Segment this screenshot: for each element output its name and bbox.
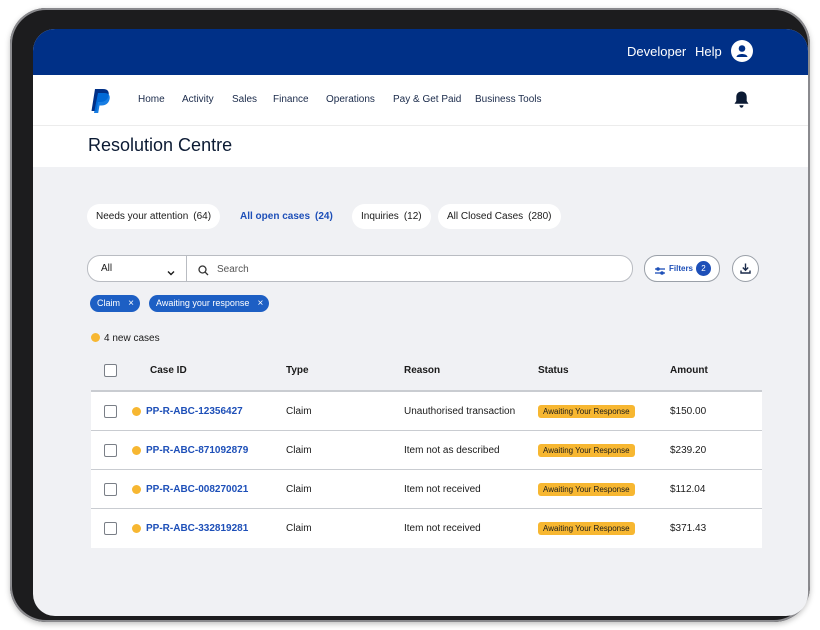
tab-count: (280) — [528, 211, 552, 222]
chevron-down-icon — [167, 264, 175, 282]
status-badge: Awaiting Your Response — [538, 522, 635, 535]
help-link[interactable]: Help — [695, 44, 722, 59]
col-header-reason[interactable]: Reason — [404, 365, 440, 376]
utility-bar: Developer Help — [33, 29, 808, 75]
case-reason: Item not as described — [404, 445, 500, 456]
page-title: Resolution Centre — [88, 135, 233, 155]
case-id-link[interactable]: PP-R-ABC-12356427 — [146, 406, 243, 417]
row-checkbox[interactable] — [104, 483, 117, 496]
tab-count: (24) — [315, 211, 333, 222]
search-input[interactable] — [215, 260, 619, 279]
close-icon[interactable]: × — [258, 295, 264, 312]
table-row[interactable]: PP-R-ABC-332819281 Claim Item not receiv… — [91, 508, 762, 548]
table-row[interactable]: PP-R-ABC-871092879 Claim Item not as des… — [91, 430, 762, 470]
case-type: Claim — [286, 484, 312, 495]
new-case-dot-icon — [132, 524, 141, 533]
status-badge: Awaiting Your Response — [538, 405, 635, 418]
col-header-amount[interactable]: Amount — [670, 365, 708, 376]
case-id-link[interactable]: PP-R-ABC-008270021 — [146, 484, 248, 495]
filters-count-badge: 2 — [696, 261, 711, 276]
table-body: PP-R-ABC-12356427 Claim Unauthorised tra… — [91, 390, 762, 548]
developer-link[interactable]: Developer — [627, 44, 686, 59]
table-row[interactable]: PP-R-ABC-008270021 Claim Item not receiv… — [91, 469, 762, 509]
case-type: Claim — [286, 445, 312, 456]
chip-awaiting-response: Awaiting your response × — [149, 295, 270, 312]
nav-activity[interactable]: Activity — [182, 94, 214, 105]
case-reason: Unauthorised transaction — [404, 406, 516, 417]
filter-sliders-icon — [654, 263, 666, 281]
col-header-status[interactable]: Status — [538, 365, 569, 376]
new-cases-indicator: 4 new cases — [91, 333, 160, 344]
tab-all-closed-cases[interactable]: All Closed Cases (280) — [438, 204, 561, 229]
case-amount: $371.43 — [670, 523, 707, 534]
case-id-link[interactable]: PP-R-ABC-871092879 — [146, 445, 248, 456]
download-icon — [740, 263, 751, 274]
new-cases-label: 4 new cases — [104, 333, 160, 344]
chip-claim: Claim × — [90, 295, 141, 312]
case-reason: Item not received — [404, 484, 481, 495]
tab-label: All Closed Cases — [447, 211, 524, 222]
table-row[interactable]: PP-R-ABC-12356427 Claim Unauthorised tra… — [91, 390, 762, 431]
main-nav: Home Activity Sales Finance Operations P… — [33, 75, 808, 125]
tab-label: Needs your attention — [96, 211, 189, 222]
paypal-logo-icon[interactable] — [89, 88, 111, 119]
new-case-dot-icon — [132, 407, 141, 416]
case-type-select[interactable]: All — [88, 256, 187, 281]
user-avatar-icon[interactable] — [731, 40, 753, 62]
chip-label: Awaiting your response — [156, 298, 250, 308]
nav-sales[interactable]: Sales — [232, 94, 257, 105]
download-button[interactable] — [732, 255, 759, 282]
col-header-type[interactable]: Type — [286, 365, 309, 376]
row-checkbox[interactable] — [104, 444, 117, 457]
bell-icon[interactable] — [733, 90, 750, 114]
tab-count: (64) — [193, 211, 212, 222]
tab-inquiries[interactable]: Inquiries (12) — [352, 204, 431, 229]
case-amount: $239.20 — [670, 445, 707, 456]
case-id-link[interactable]: PP-R-ABC-332819281 — [146, 523, 248, 534]
nav-pay-get-paid[interactable]: Pay & Get Paid — [393, 94, 461, 105]
tab-label: Inquiries — [361, 211, 399, 222]
filters-button[interactable]: Filters 2 — [644, 255, 720, 282]
case-type: Claim — [286, 406, 312, 417]
nav-operations[interactable]: Operations — [326, 94, 375, 105]
case-type: Claim — [286, 523, 312, 534]
status-badge: Awaiting Your Response — [538, 444, 635, 457]
search-icon — [198, 263, 209, 281]
select-all-checkbox[interactable] — [104, 364, 117, 377]
tab-needs-attention[interactable]: Needs your attention (64) — [87, 204, 221, 229]
new-case-dot-icon — [132, 485, 141, 494]
close-icon[interactable]: × — [128, 295, 134, 312]
status-badge: Awaiting Your Response — [538, 483, 635, 496]
app-screen: Developer Help Home Activity Sales Finan… — [33, 29, 808, 616]
tablet-frame: Developer Help Home Activity Sales Finan… — [10, 8, 810, 622]
case-amount: $150.00 — [670, 406, 707, 417]
col-header-case-id[interactable]: Case ID — [150, 365, 187, 376]
title-bar: Resolution Centre — [33, 125, 808, 167]
nav-home[interactable]: Home — [138, 94, 165, 105]
new-case-dot-icon — [132, 446, 141, 455]
new-case-dot-icon — [91, 333, 100, 342]
case-type-select-value: All — [101, 263, 113, 274]
nav-finance[interactable]: Finance — [273, 94, 309, 105]
tab-count: (12) — [403, 211, 422, 222]
table-header: Case ID Type Reason Status Amount — [91, 351, 762, 390]
row-checkbox[interactable] — [104, 405, 117, 418]
tab-label: All open cases — [240, 211, 311, 222]
chip-label: Claim — [97, 298, 121, 308]
search-bar: All — [87, 255, 633, 282]
case-amount: $112.04 — [670, 484, 706, 495]
nav-business-tools[interactable]: Business Tools — [475, 94, 542, 105]
filters-label: Filters — [669, 264, 694, 273]
row-checkbox[interactable] — [104, 522, 117, 535]
cases-table: Case ID Type Reason Status Amount PP-R-A… — [91, 351, 762, 548]
tab-all-open-cases[interactable]: All open cases (24) — [231, 204, 342, 229]
case-reason: Item not received — [404, 523, 481, 534]
